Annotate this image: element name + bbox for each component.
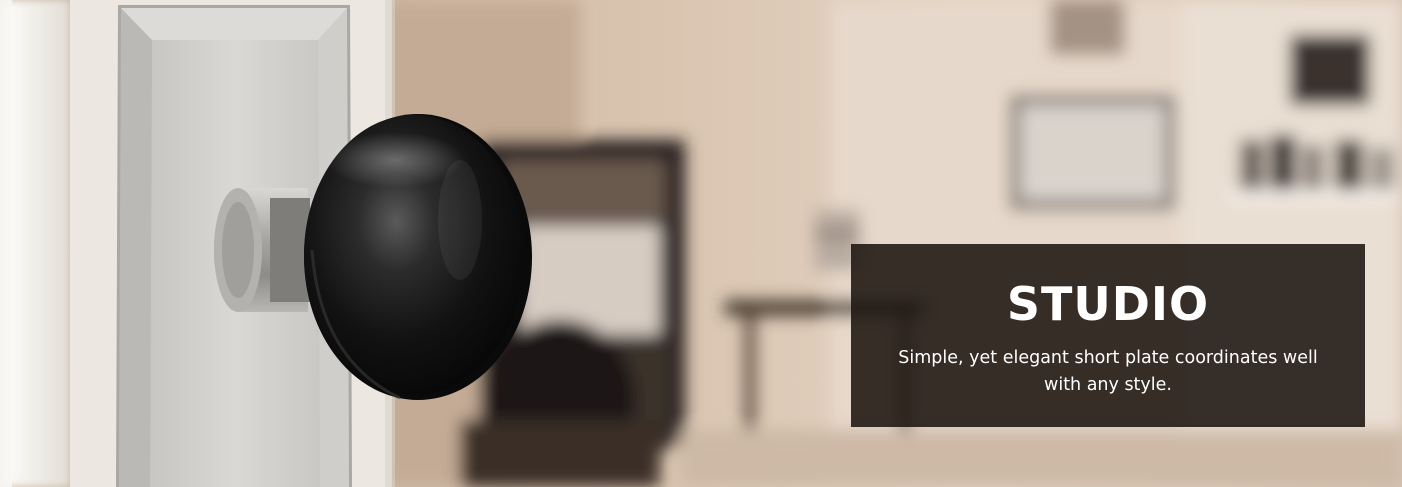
caption-box: STUDIO Simple, yet elegant short plate c…	[851, 244, 1365, 427]
product-description: Simple, yet elegant short plate coordina…	[898, 348, 1318, 395]
product-title: STUDIO	[1006, 277, 1210, 331]
hero-banner: STUDIO Simple, yet elegant short plate c…	[0, 0, 1402, 487]
